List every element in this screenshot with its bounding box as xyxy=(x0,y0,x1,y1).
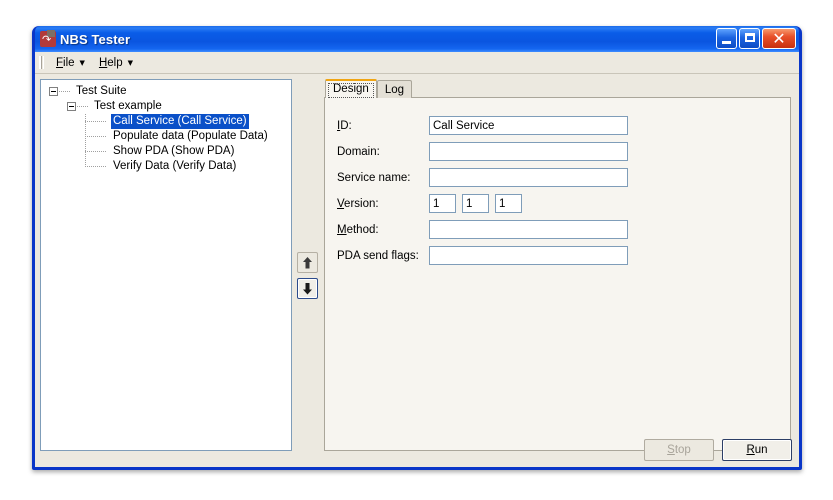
tab-strip: Design Log xyxy=(324,79,791,98)
action-buttons: Stop Run xyxy=(644,439,792,461)
method-label: Method: xyxy=(337,223,379,236)
test-tree: Test Suite Test example Call Service (Ca… xyxy=(41,80,291,174)
window-controls: ✕ xyxy=(716,28,796,49)
tree-node-label: Show PDA (Show PDA) xyxy=(113,145,235,157)
method-input[interactable] xyxy=(429,220,628,239)
close-icon[interactable]: ✕ xyxy=(762,28,796,49)
tab-log-label: Log xyxy=(384,84,404,96)
collapse-toggle-icon[interactable] xyxy=(67,102,76,111)
move-up-button[interactable] xyxy=(297,252,318,273)
menu-item-file-label: ile xyxy=(63,56,75,69)
menu-item-help-label: elp xyxy=(107,56,123,69)
field-row-id: ID: xyxy=(337,116,628,135)
menu-item-file[interactable]: File ▼ xyxy=(49,55,92,71)
maximize-icon[interactable] xyxy=(739,28,760,49)
title-bar[interactable]: ↷ NBS Tester ✕ xyxy=(35,26,799,52)
domain-input[interactable] xyxy=(429,142,628,161)
focus-ring xyxy=(328,83,374,98)
run-button-label: Run xyxy=(746,444,768,456)
move-down-button[interactable] xyxy=(297,278,318,299)
service-name-input[interactable] xyxy=(429,168,628,187)
tree-node-label: Populate data (Populate Data) xyxy=(113,130,268,142)
tree-connector xyxy=(85,121,107,122)
tree-node-populate-data[interactable]: Populate data (Populate Data) xyxy=(41,129,291,144)
tree-node-show-pda[interactable]: Show PDA (Show PDA) xyxy=(41,144,291,159)
tree-node-test-suite[interactable]: Test Suite xyxy=(41,84,291,99)
stop-button-label: Stop xyxy=(667,444,691,456)
tab-design[interactable]: Design xyxy=(325,79,377,98)
tab-log[interactable]: Log xyxy=(376,80,412,98)
service-name-label: Service name: xyxy=(337,171,411,184)
run-button[interactable]: Run xyxy=(722,439,792,461)
id-input[interactable] xyxy=(429,116,628,135)
version-group xyxy=(429,194,522,213)
tree-node-call-service[interactable]: Call Service (Call Service) xyxy=(41,114,291,129)
version-minor-input[interactable] xyxy=(462,194,489,213)
tree-node-test-example[interactable]: Test example xyxy=(41,99,291,114)
tree-connector xyxy=(59,91,71,92)
tree-connector xyxy=(77,106,89,107)
field-row-domain: Domain: xyxy=(337,142,628,161)
version-label: Version: xyxy=(337,197,379,210)
menu-bar: File ▼ Help ▼ xyxy=(35,52,799,74)
tree-node-label: Verify Data (Verify Data) xyxy=(113,160,237,172)
collapse-toggle-icon[interactable] xyxy=(49,87,58,96)
domain-label: Domain: xyxy=(337,145,380,158)
menu-item-help[interactable]: Help ▼ xyxy=(92,55,140,71)
pda-send-flags-input[interactable] xyxy=(429,246,628,265)
tree-connector xyxy=(85,166,107,167)
chevron-down-icon: ▼ xyxy=(79,59,85,67)
field-row-method: Method: xyxy=(337,220,628,239)
field-row-service-name: Service name: xyxy=(337,168,628,187)
version-major-input[interactable] xyxy=(429,194,456,213)
tree-connector xyxy=(85,151,107,152)
client-area: File ▼ Help ▼ Test Suite Test example Ca… xyxy=(35,52,799,467)
screen: ↷ NBS Tester ✕ File ▼ Help ▼ Test Suite … xyxy=(0,0,833,500)
reorder-buttons xyxy=(297,252,318,299)
chevron-down-icon: ▼ xyxy=(127,59,133,67)
app-arrow-icon: ↷ xyxy=(40,30,56,47)
field-row-pda-send-flags: PDA send flags: xyxy=(337,246,628,265)
design-tab-panel: ID: Domain: Service name: Version: xyxy=(324,97,791,451)
window-title: NBS Tester xyxy=(60,31,131,47)
tree-node-label: Call Service (Call Service) xyxy=(111,114,249,129)
id-label: ID: xyxy=(337,119,352,132)
menu-grip-handle[interactable] xyxy=(39,56,44,69)
application-window: ↷ NBS Tester ✕ File ▼ Help ▼ Test Suite … xyxy=(32,26,802,470)
detail-panel: Design Log ID: Domain: xyxy=(324,79,791,451)
pda-send-flags-label: PDA send flags: xyxy=(337,249,419,262)
tree-node-verify-data[interactable]: Verify Data (Verify Data) xyxy=(41,159,291,174)
stop-button[interactable]: Stop xyxy=(644,439,714,461)
minimize-icon[interactable] xyxy=(716,28,737,49)
version-patch-input[interactable] xyxy=(495,194,522,213)
arrow-down-icon xyxy=(303,282,312,294)
tree-node-label: Test Suite xyxy=(76,85,127,97)
field-row-version: Version: xyxy=(337,194,522,213)
tree-node-label: Test example xyxy=(94,100,162,112)
tree-connector xyxy=(85,136,107,137)
arrow-up-icon xyxy=(303,256,312,268)
test-tree-panel[interactable]: Test Suite Test example Call Service (Ca… xyxy=(40,79,292,451)
